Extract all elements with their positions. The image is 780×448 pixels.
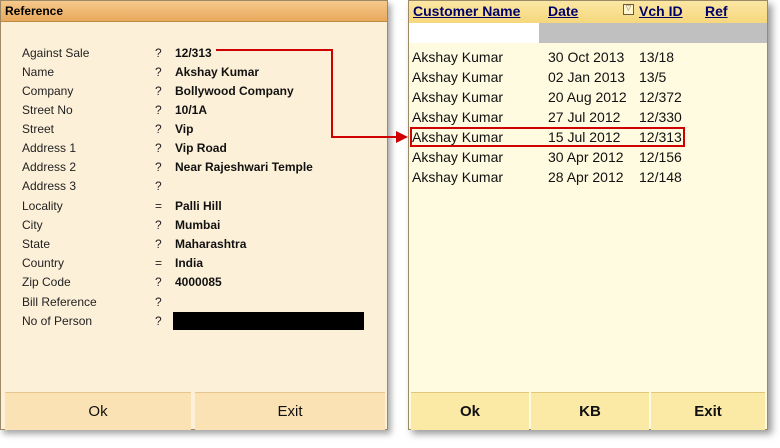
annotation-arrow bbox=[216, 49, 408, 143]
